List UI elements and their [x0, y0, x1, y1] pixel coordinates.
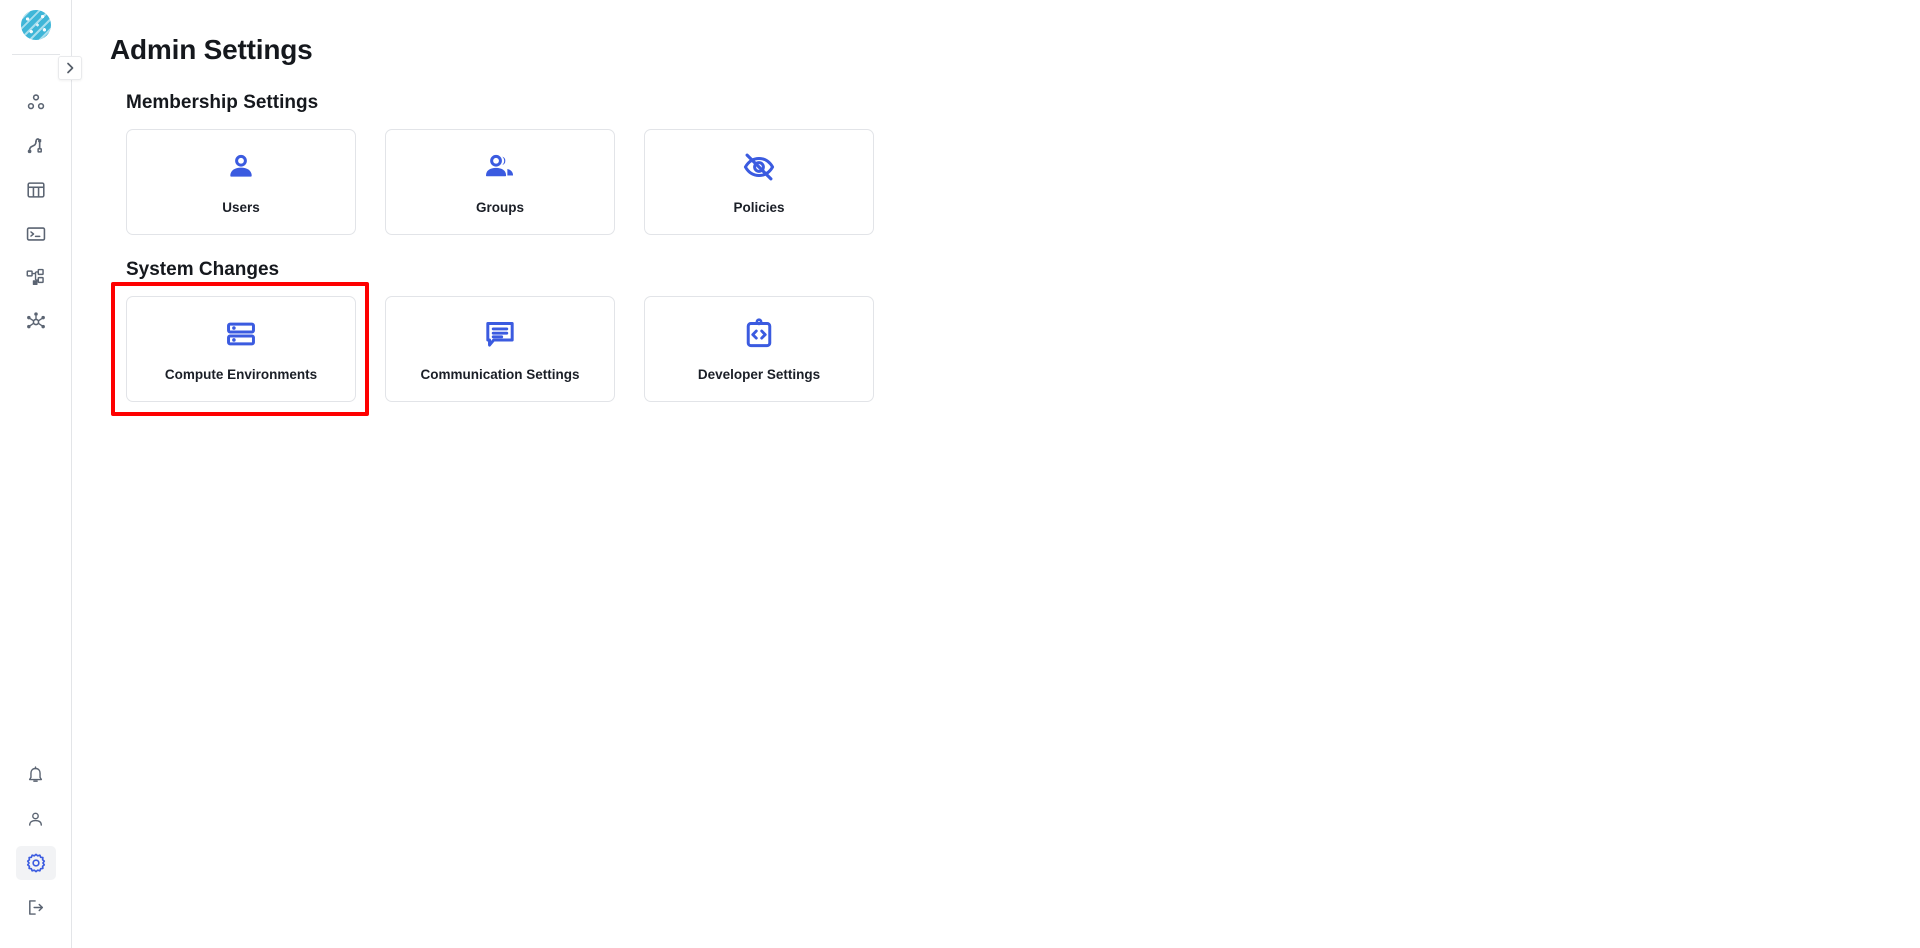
card-label-users: Users	[222, 199, 260, 215]
sidebar-item-account[interactable]	[16, 802, 56, 836]
card-icon-policies	[742, 150, 776, 184]
terminal-icon	[26, 227, 45, 241]
card-row-membership: Users Groups Policies	[110, 129, 1920, 235]
workflows-icon	[26, 268, 44, 286]
card-policies[interactable]: Policies	[644, 129, 874, 235]
sidebar-item-pipelines[interactable]	[16, 129, 56, 163]
section-body-system-changes: Compute Environments Communication Setti…	[110, 282, 1920, 416]
sidebar-item-tables[interactable]	[16, 173, 56, 207]
circuit-globe-logo	[20, 10, 51, 40]
logo-container[interactable]	[0, 0, 71, 50]
card-icon-communication-settings	[483, 317, 517, 351]
logout-icon	[29, 899, 44, 915]
sidebar-primary-nav	[0, 85, 71, 339]
sidebar-secondary-nav	[0, 758, 71, 924]
section-title-system-changes: System Changes	[126, 259, 280, 280]
card-groups[interactable]: Groups	[385, 129, 615, 235]
sidebar-item-settings[interactable]	[15, 846, 56, 880]
app-root: Admin Settings Membership Settings Users	[0, 0, 1920, 948]
card-row-system-changes: Compute Environments Communication Setti…	[110, 296, 1920, 402]
card-compute-environments[interactable]: Compute Environments	[126, 296, 356, 402]
clipboard-code-icon	[746, 317, 772, 347]
card-label-developer-settings: Developer Settings	[697, 366, 821, 382]
card-label-groups: Groups	[475, 199, 524, 215]
card-label-compute-environments: Compute Environments	[164, 366, 318, 382]
card-communication-settings[interactable]: Communication Settings	[385, 296, 615, 402]
section-title-membership: Membership Settings	[126, 92, 319, 113]
section-system-changes: System Changes Compute Environments Comm…	[110, 259, 1920, 416]
eye-off-icon	[743, 153, 775, 180]
sidebar-item-terminal[interactable]	[16, 217, 56, 251]
tables-icon	[26, 182, 45, 198]
projects-icon	[27, 94, 44, 110]
sidebar-item-projects[interactable]	[16, 85, 56, 119]
people-group-icon	[485, 154, 514, 176]
network-icon	[26, 312, 45, 329]
chevron-right-icon	[67, 62, 74, 74]
person-icon	[230, 154, 252, 177]
chat-bubble-icon	[486, 321, 514, 347]
sidebar	[0, 0, 82, 948]
sidebar-divider	[11, 54, 60, 55]
card-icon-compute-environments	[224, 317, 258, 351]
card-icon-users	[224, 150, 258, 184]
sidebar-item-network[interactable]	[16, 305, 56, 339]
sidebar-expand-button[interactable]	[58, 56, 82, 80]
card-label-communication-settings: Communication Settings	[420, 366, 580, 382]
sidebar-item-notifications[interactable]	[16, 758, 56, 792]
sidebar-item-logout[interactable]	[16, 890, 56, 924]
card-icon-groups	[483, 150, 517, 184]
notifications-icon	[28, 765, 43, 782]
page-title: Admin Settings	[110, 34, 313, 65]
card-developer-settings[interactable]: Developer Settings	[644, 296, 874, 402]
card-icon-developer-settings	[742, 317, 776, 351]
section-body-membership: Users Groups Policies	[110, 129, 1920, 235]
main-content: Admin Settings Membership Settings Users	[72, 0, 1920, 948]
account-icon	[29, 812, 42, 826]
card-label-policies: Policies	[733, 199, 785, 215]
pipelines-icon	[27, 138, 42, 154]
settings-gear-icon	[26, 853, 45, 873]
sidebar-item-workflows[interactable]	[16, 261, 56, 295]
section-membership-settings: Membership Settings Users Groups Policie…	[110, 92, 1920, 235]
card-users[interactable]: Users	[126, 129, 356, 235]
server-storage-icon	[227, 322, 255, 345]
